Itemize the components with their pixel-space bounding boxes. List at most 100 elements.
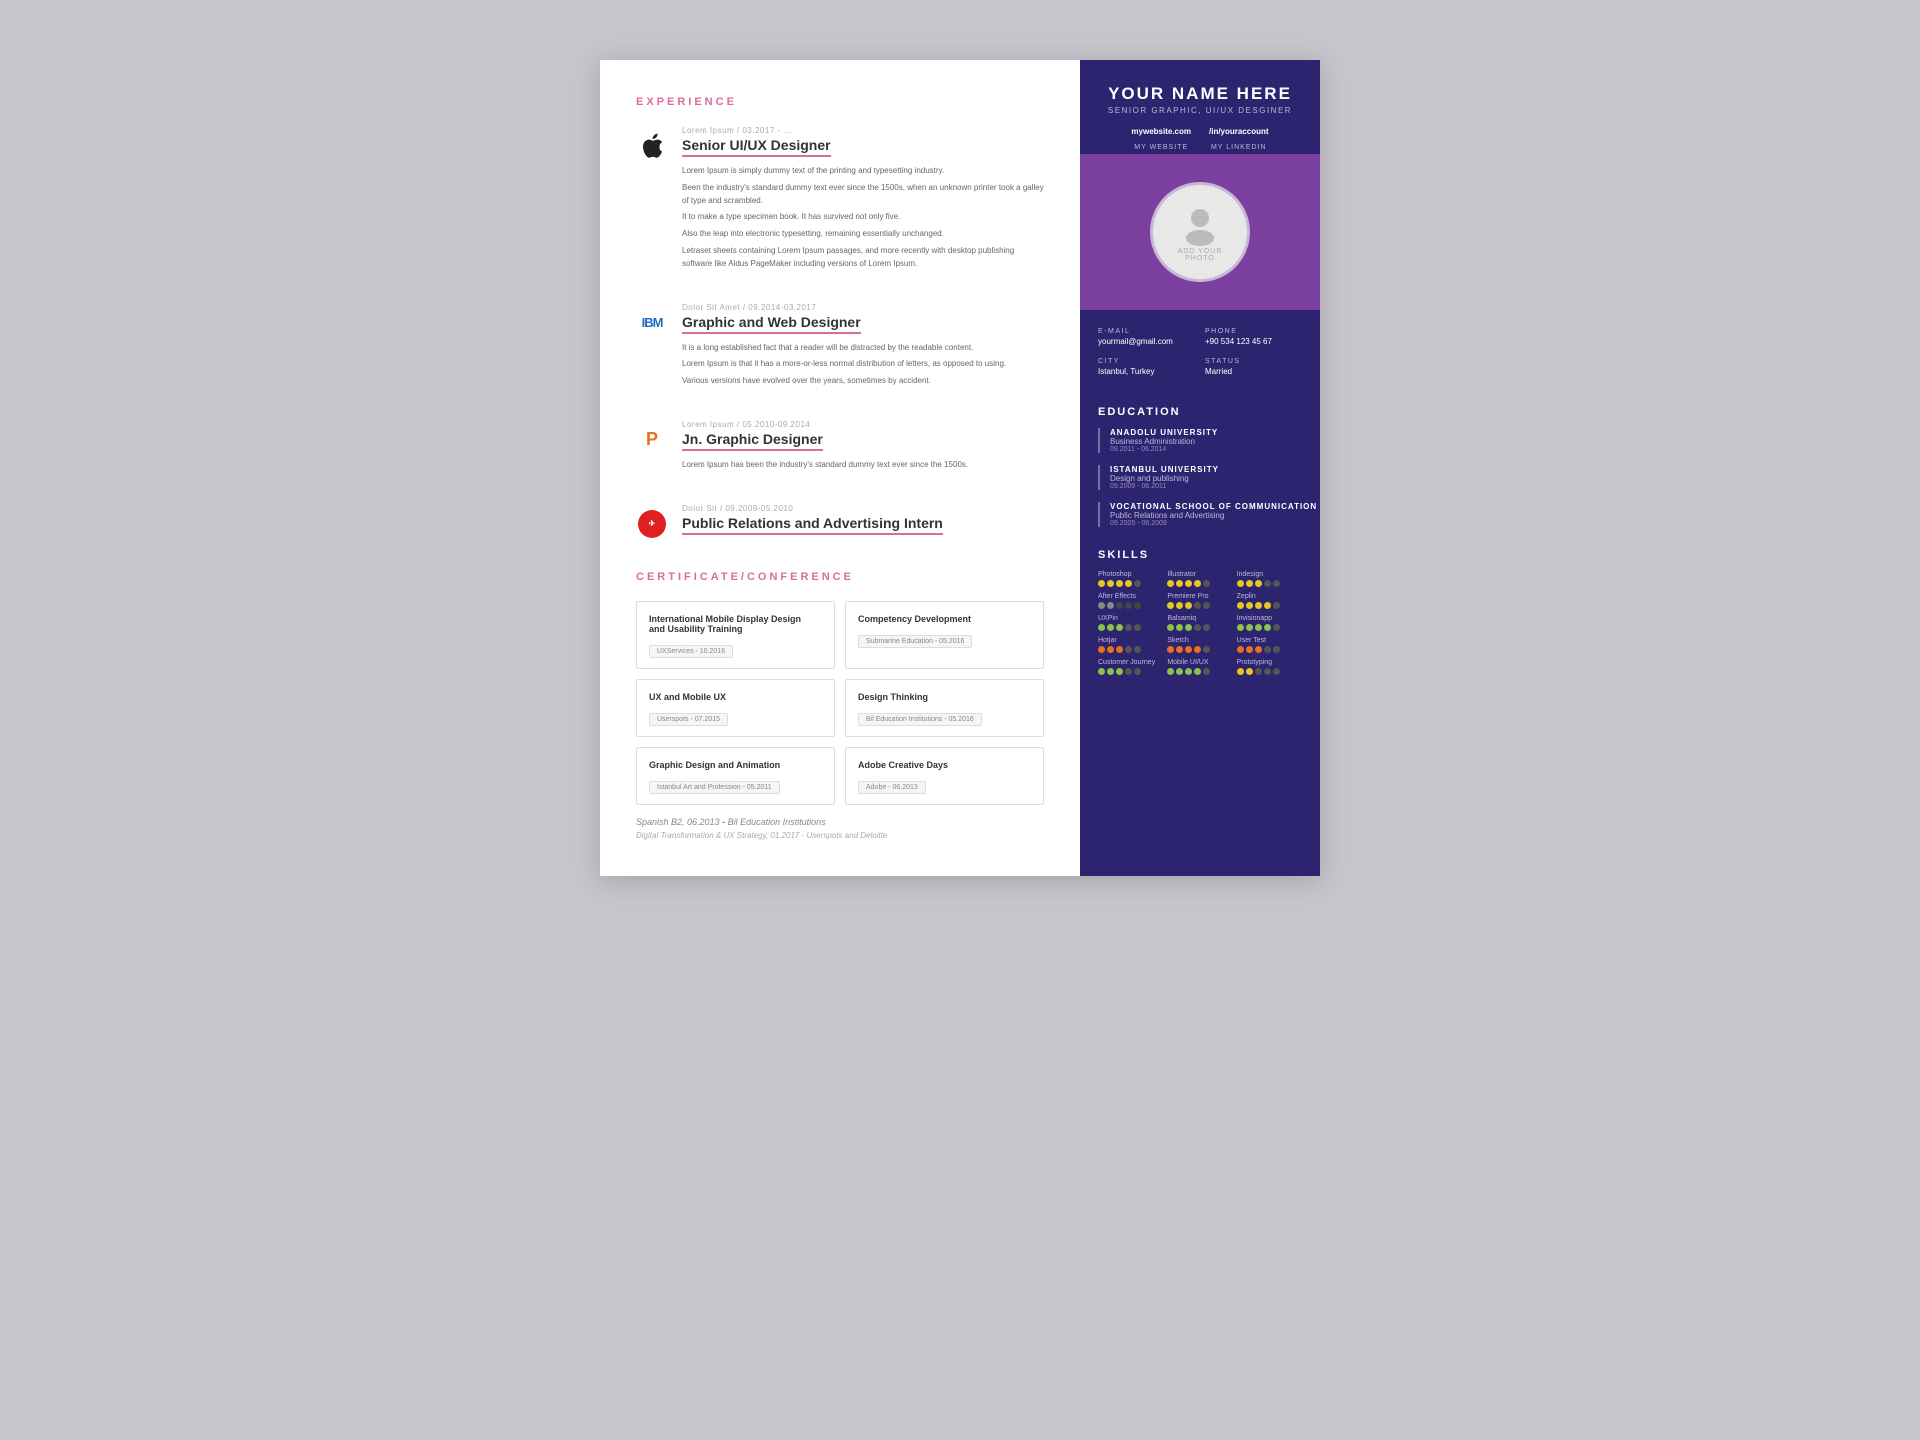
skill-dot	[1246, 624, 1253, 631]
skill-item: Prototyping	[1237, 659, 1302, 675]
skill-dot	[1194, 580, 1201, 587]
phone-value: +90 534 123 45 67	[1205, 337, 1302, 346]
skill-dot	[1176, 624, 1183, 631]
skill-dots	[1167, 668, 1232, 675]
exp-desc-line: Lorem Ipsum is simply dummy text of the …	[682, 165, 1044, 178]
skill-dots	[1167, 580, 1232, 587]
skill-dot	[1107, 580, 1114, 587]
skill-dot	[1185, 646, 1192, 653]
cert-card: Competency Development Submarine Educati…	[845, 601, 1044, 669]
linkedin-link[interactable]: /in/youraccount MY LINKEDIN	[1209, 127, 1269, 154]
exp-content: Lorem Ipsum / 05.2010-09.2014 Jn. Graphi…	[682, 420, 968, 476]
experience-title: EXPERIENCE	[636, 96, 1044, 108]
exp-content: Dolor Sit Amet / 09.2014-03.2017 Graphic…	[682, 303, 1006, 392]
cert-card: Graphic Design and Animation Istanbul Ar…	[636, 747, 835, 805]
right-links: mywebsite.com MY WEBSITE /in/youraccount…	[1096, 127, 1304, 154]
email-item: E-MAIL yourmail@gmail.com	[1098, 328, 1195, 346]
skill-dot	[1203, 624, 1210, 631]
contact-row-1: E-MAIL yourmail@gmail.com PHONE +90 534 …	[1098, 328, 1302, 346]
skill-dot	[1237, 646, 1244, 653]
skill-dots	[1237, 624, 1302, 631]
exp-logo: P	[636, 424, 668, 456]
cert-name: Adobe Creative Days	[858, 760, 1031, 770]
skill-item: Photoshop	[1098, 571, 1163, 587]
exp-logo: IBM	[636, 307, 668, 339]
skill-name: Customer Journey	[1098, 659, 1163, 666]
contact-section: E-MAIL yourmail@gmail.com PHONE +90 534 …	[1080, 310, 1320, 396]
edu-years: 09.2009 - 06.2011	[1110, 483, 1320, 490]
exp-desc: Lorem Ipsum has been the industry's stan…	[682, 459, 968, 472]
education-item: ANADOLU UNIVERSITY Business Administrati…	[1098, 428, 1320, 453]
skill-dot	[1194, 646, 1201, 653]
skill-dot	[1264, 646, 1271, 653]
cert-badge: Adobe - 06.2013	[858, 781, 926, 794]
exp-meta: Dolor Sit Amet / 09.2014-03.2017	[682, 303, 1006, 312]
skill-name: Illustrator	[1167, 571, 1232, 578]
skill-name: Indesign	[1237, 571, 1302, 578]
cert-card: UX and Mobile UX Userspots - 07.2015	[636, 679, 835, 737]
edu-years: 09.2005 - 06.2009	[1110, 520, 1320, 527]
cert-section: CERTIFICATE/CONFERENCE International Mob…	[636, 571, 1044, 840]
exp-desc: It is a long established fact that a rea…	[682, 342, 1006, 388]
exp-logo	[636, 130, 668, 162]
skill-name: Sketch	[1167, 637, 1232, 644]
skill-item: Illustrator	[1167, 571, 1232, 587]
person-icon	[1178, 202, 1222, 246]
skill-dot	[1185, 580, 1192, 587]
phone-label: PHONE	[1205, 328, 1302, 335]
skill-dot	[1255, 602, 1262, 609]
city-label: CITY	[1098, 358, 1195, 365]
skill-dots	[1167, 646, 1232, 653]
cert-card: Design Thinking Bil Education Institutio…	[845, 679, 1044, 737]
skill-dot	[1125, 668, 1132, 675]
skill-dot	[1255, 646, 1262, 653]
skill-dot	[1134, 668, 1141, 675]
skill-dot	[1116, 580, 1123, 587]
skill-dot	[1194, 668, 1201, 675]
edu-degree: Business Administration	[1110, 437, 1320, 446]
skill-dots	[1098, 580, 1163, 587]
experience-item: P Lorem Ipsum / 05.2010-09.2014 Jn. Grap…	[636, 420, 1044, 476]
skill-dot	[1255, 580, 1262, 587]
status-item: STATUS Married	[1205, 358, 1302, 376]
skill-dot	[1264, 624, 1271, 631]
skill-dot	[1237, 624, 1244, 631]
education-list: ANADOLU UNIVERSITY Business Administrati…	[1080, 428, 1320, 527]
exp-desc-line: It is a long established fact that a rea…	[682, 342, 1006, 355]
skill-name: Photoshop	[1098, 571, 1163, 578]
skill-dot	[1134, 624, 1141, 631]
skills-section: SKILLS Photoshop Illustrator Indesign Af…	[1080, 539, 1320, 687]
experience-item: ✈ Dolor Sit / 09.2009-05.2010 Public Rel…	[636, 504, 1044, 543]
apple-logo-icon	[641, 133, 663, 159]
email-value: yourmail@gmail.com	[1098, 337, 1195, 346]
cert-badge: UXServices - 10.2016	[649, 645, 733, 658]
ta-logo-icon: ✈	[638, 510, 666, 538]
skill-dot	[1185, 668, 1192, 675]
exp-desc-line: Letraset sheets containing Lorem Ipsum p…	[682, 245, 1044, 271]
skill-name: Hotjar	[1098, 637, 1163, 644]
skill-dot	[1273, 646, 1280, 653]
right-top: YOUR NAME HERE SENIOR GRAPHIC, UI/UX DES…	[1080, 60, 1320, 154]
education-title: EDUCATION	[1098, 406, 1320, 418]
skill-dot	[1273, 580, 1280, 587]
website-link[interactable]: mywebsite.com MY WEBSITE	[1131, 127, 1191, 154]
skill-dot	[1264, 580, 1271, 587]
skill-dot	[1098, 580, 1105, 587]
skill-name: Mobile UI/UX	[1167, 659, 1232, 666]
skill-dots	[1098, 624, 1163, 631]
skill-dot	[1273, 624, 1280, 631]
cert-name: Competency Development	[858, 614, 1031, 624]
exp-meta: Lorem Ipsum / 03.2017 - ...	[682, 126, 1044, 135]
exp-content: Lorem Ipsum / 03.2017 - ... Senior UI/UX…	[682, 126, 1044, 275]
resume-name: YOUR NAME HERE	[1096, 84, 1304, 104]
exp-title: Jn. Graphic Designer	[682, 431, 823, 451]
skill-dot	[1116, 646, 1123, 653]
skill-name: User Test	[1237, 637, 1302, 644]
city-value: Istanbul, Turkey	[1098, 367, 1195, 376]
cert-name: UX and Mobile UX	[649, 692, 822, 702]
resume-title: SENIOR GRAPHIC, UI/UX DESGINER	[1096, 106, 1304, 115]
skill-name: Prototyping	[1237, 659, 1302, 666]
exp-desc: Lorem Ipsum is simply dummy text of the …	[682, 165, 1044, 271]
skill-dots	[1167, 602, 1232, 609]
skill-item: Balsamiq	[1167, 615, 1232, 631]
